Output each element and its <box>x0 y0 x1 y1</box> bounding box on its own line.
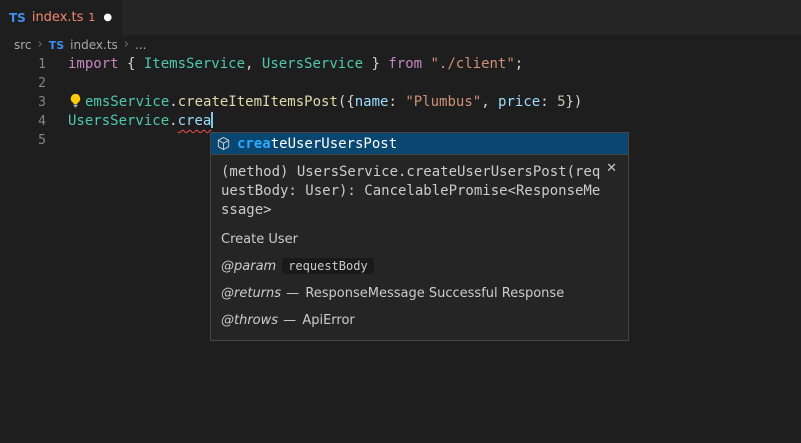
method-signature: (method) UsersService.createUserUsersPos… <box>221 163 603 220</box>
token-prop: price <box>498 94 540 110</box>
doc-tag-param: @param requestBody <box>221 259 618 274</box>
doc-param-name-chip: requestBody <box>282 258 373 274</box>
breadcrumb-symbol-ellipsis[interactable]: ... <box>135 38 146 52</box>
code-text <box>46 131 68 150</box>
token-punct: ({ <box>338 94 355 110</box>
token-punct: , <box>245 56 262 72</box>
line-number[interactable]: 5 <box>0 131 46 150</box>
tab-index-ts[interactable]: TS index.ts 1 ● <box>0 0 122 35</box>
code-text: emsService.createItemItemsPost({name: "P… <box>46 93 582 112</box>
token-punct: . <box>169 94 177 110</box>
token-punct: . <box>169 113 177 129</box>
unsaved-changes-dot-icon[interactable]: ● <box>103 12 112 23</box>
chevron-right-icon: › <box>124 37 129 52</box>
breadcrumb: src › TS index.ts › ... <box>0 35 801 55</box>
close-icon[interactable]: ✕ <box>606 162 617 175</box>
typescript-file-icon: TS <box>9 11 26 25</box>
doc-tags: @paramrequestBody@returns — ResponseMess… <box>221 259 618 328</box>
doc-tag-dash: — <box>279 313 296 328</box>
code-line-2[interactable]: 2 <box>0 74 801 93</box>
tab-file-name: index.ts <box>32 10 84 25</box>
doc-tag-returns: @returns — ResponseMessage Successful Re… <box>221 286 618 301</box>
token-punct: { <box>127 56 144 72</box>
token-type: UsersService <box>68 113 169 129</box>
line-number[interactable]: 1 <box>0 55 46 74</box>
text-cursor <box>211 112 213 128</box>
token-punct: }) <box>566 94 583 110</box>
token-str: "Plumbus" <box>405 94 481 110</box>
token-prop: name <box>355 94 389 110</box>
doc-tag-throws: @throws — ApiError <box>221 313 618 328</box>
code-text: UsersService.crea <box>46 112 213 131</box>
doc-tag-label: @param <box>221 259 276 274</box>
doc-tag-label: @returns <box>221 286 281 301</box>
doc-tag-label: @throws <box>221 313 278 328</box>
suggestion-rest-text: teUserUsersPost <box>271 136 397 152</box>
code-line-1[interactable]: 1import { ItemsService, UsersService } f… <box>0 55 801 74</box>
token-method: createItemItemsPost <box>178 94 338 110</box>
vscode-window: TS index.ts 1 ● src › TS index.ts › ... … <box>0 0 801 443</box>
token-type: emsService <box>85 94 169 110</box>
token-punct: ; <box>515 56 523 72</box>
suggestion-match-text: crea <box>237 136 271 152</box>
token-err: crea <box>178 113 212 129</box>
token-kw: import <box>68 56 127 72</box>
code-text: import { ItemsService, UsersService } fr… <box>46 55 523 74</box>
breadcrumb-folder-src[interactable]: src <box>14 38 32 52</box>
doc-tag-dash: — <box>282 286 299 301</box>
token-type: ItemsService <box>144 56 245 72</box>
suggestion-details-panel: ✕ (method) UsersService.createUserUsersP… <box>210 154 629 341</box>
suggestion-label: createUserUsersPost <box>237 136 397 152</box>
token-punct: : <box>388 94 405 110</box>
code-line-3[interactable]: 3emsService.createItemItemsPost({name: "… <box>0 93 801 112</box>
editor-tab-bar: TS index.ts 1 ● <box>0 0 801 35</box>
doc-tag-text: ResponseMessage Successful Response <box>301 286 564 301</box>
token-punct: } <box>363 56 388 72</box>
code-text <box>46 74 68 93</box>
line-number[interactable]: 2 <box>0 74 46 93</box>
token-type: UsersService <box>262 56 363 72</box>
token-punct: : <box>540 94 557 110</box>
token-str: "./client" <box>431 56 515 72</box>
doc-tag-text: ApiError <box>298 313 355 328</box>
doc-summary: Create User <box>221 232 618 247</box>
token-punct: , <box>481 94 498 110</box>
suggestion-item-createUserUsersPost[interactable]: createUserUsersPost <box>210 132 629 154</box>
tab-problem-count-badge: 1 <box>88 11 95 24</box>
lightbulb-code-action-icon[interactable] <box>68 93 85 108</box>
token-kw: from <box>388 56 430 72</box>
chevron-right-icon: › <box>38 37 43 52</box>
code-line-4[interactable]: 4UsersService.crea <box>0 112 801 131</box>
line-number[interactable]: 3 <box>0 93 46 112</box>
typescript-file-icon: TS <box>49 39 64 52</box>
line-number[interactable]: 4 <box>0 112 46 131</box>
token-num: 5 <box>557 94 565 110</box>
breadcrumb-file-index-ts[interactable]: index.ts <box>70 38 118 52</box>
suggest-widget: createUserUsersPost ✕ (method) UsersServ… <box>210 132 629 341</box>
method-symbol-icon <box>216 136 231 151</box>
